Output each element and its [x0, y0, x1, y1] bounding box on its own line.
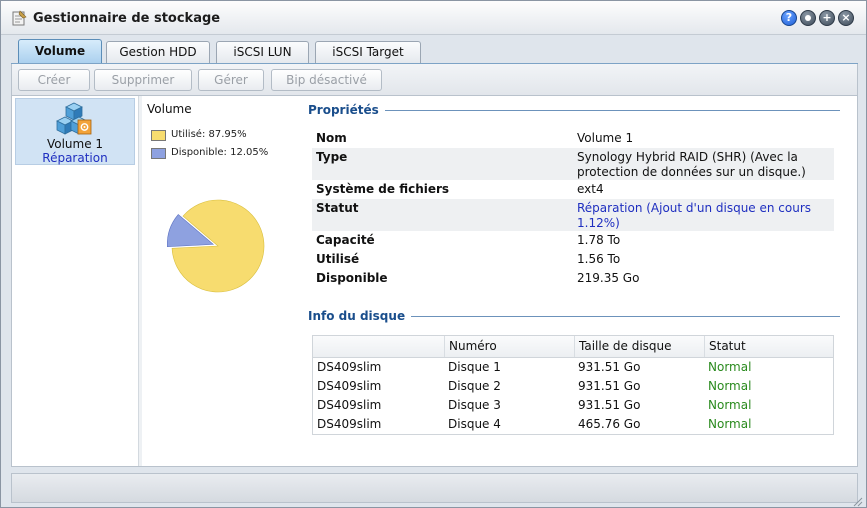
tab-iscsi-lun[interactable]: iSCSI LUN [216, 41, 309, 63]
disk-device: DS409slim [317, 398, 382, 412]
disk-info-title: Info du disque [308, 309, 412, 323]
prop-label: Système de fichiers [316, 182, 450, 196]
chart-title: Volume [147, 102, 192, 116]
column-header-number[interactable]: Numéro [444, 336, 574, 357]
disk-size: 931.51 Go [578, 360, 641, 374]
disk-device: DS409slim [317, 379, 382, 393]
legend-label-used: Utilisé: 87.95% [171, 129, 247, 140]
properties-rule [308, 110, 840, 111]
disk-size: 931.51 Go [578, 379, 641, 393]
properties-title: Propriétés [308, 103, 385, 117]
manage-button[interactable]: Gérer [198, 69, 264, 91]
disk-size: 931.51 Go [578, 398, 641, 412]
disk-number: Disque 2 [448, 379, 501, 393]
column-header-size[interactable]: Taille de disque [574, 336, 704, 357]
prop-label: Nom [316, 131, 347, 145]
storage-manager-window: Gestionnaire de stockage ? + × Volume Ge… [0, 0, 867, 508]
volume-name: Volume 1 [46, 137, 104, 151]
prop-row-name: Nom Volume 1 [312, 129, 834, 148]
disk-status: Normal [708, 379, 752, 393]
table-row[interactable]: DS409slim Disque 1 931.51 Go Normal [313, 358, 833, 377]
prop-row-status: Statut Réparation (Ajout d'un disque en … [312, 199, 834, 231]
disk-number: Disque 4 [448, 417, 501, 431]
disk-number: Disque 1 [448, 360, 501, 374]
prop-row-capacity: Capacité 1.78 To [312, 231, 834, 250]
legend-swatch-used [151, 130, 166, 141]
prop-value: Synology Hybrid RAID (SHR) (Avec la prot… [577, 150, 806, 179]
prop-value: ext4 [577, 182, 604, 196]
details-panel: Propriétés Nom Volume 1 Type Synology Hy… [308, 96, 848, 466]
legend-swatch-free [151, 148, 166, 159]
table-row[interactable]: DS409slim Disque 4 465.76 Go Normal [313, 415, 833, 434]
prop-row-used: Utilisé 1.56 To [312, 250, 834, 269]
close-icon[interactable]: × [838, 10, 854, 26]
disk-size: 465.76 Go [578, 417, 641, 431]
prop-row-type: Type Synology Hybrid RAID (SHR) (Avec la… [312, 148, 834, 180]
prop-value: 1.78 To [577, 233, 621, 247]
title-bar[interactable]: Gestionnaire de stockage ? + × [1, 1, 866, 35]
disk-number: Disque 3 [448, 398, 501, 412]
tab-iscsi-target[interactable]: iSCSI Target [315, 41, 421, 63]
volume-list: Volume 1 Réparation [12, 96, 142, 466]
prop-value: Volume 1 [577, 131, 634, 145]
disk-status: Normal [708, 398, 752, 412]
prop-value: 219.35 Go [577, 271, 640, 285]
column-header-status[interactable]: Statut [704, 336, 833, 357]
properties-header: Propriétés [308, 103, 840, 119]
window-title: Gestionnaire de stockage [33, 11, 221, 26]
tab-gestion-hdd[interactable]: Gestion HDD [106, 41, 210, 63]
prop-value: Réparation (Ajout d'un disque en cours 1… [577, 201, 812, 230]
column-header-device[interactable] [313, 336, 444, 357]
create-button[interactable]: Créer [18, 69, 90, 91]
disk-table: Numéro Taille de disque Statut DS409slim… [312, 335, 834, 435]
toolbar: Créer Supprimer Gérer Bip désactivé [11, 64, 858, 95]
main-content: Volume 1 Réparation Volume Utilisé: 87.9… [11, 95, 858, 467]
legend-label-free: Disponible: 12.05% [171, 147, 269, 158]
minimize-glyph-icon [805, 15, 811, 21]
tab-volume[interactable]: Volume [18, 39, 102, 64]
delete-button[interactable]: Supprimer [94, 69, 192, 91]
resize-grip-icon[interactable] [851, 495, 863, 507]
tab-strip: Volume Gestion HDD iSCSI LUN iSCSI Targe… [11, 39, 858, 64]
storage-manager-icon [12, 10, 27, 26]
disk-table-body: DS409slim Disque 1 931.51 Go Normal DS40… [313, 358, 833, 434]
volume-cubes-icon [56, 102, 92, 135]
table-row[interactable]: DS409slim Disque 2 931.51 Go Normal [313, 377, 833, 396]
prop-row-available: Disponible 219.35 Go [312, 269, 834, 288]
disk-table-header: Numéro Taille de disque Statut [313, 336, 833, 358]
disk-info-header: Info du disque [308, 309, 840, 325]
disk-device: DS409slim [317, 360, 382, 374]
prop-label: Type [316, 150, 348, 164]
prop-row-filesystem: Système de fichiers ext4 [312, 180, 834, 199]
volume-status: Réparation [42, 151, 108, 165]
prop-label: Capacité [316, 233, 375, 247]
disk-status: Normal [708, 360, 752, 374]
prop-label: Statut [316, 201, 359, 215]
usage-chart-panel: Volume Utilisé: 87.95% Disponible: 12.05… [143, 96, 303, 466]
table-row[interactable]: DS409slim Disque 3 931.51 Go Normal [313, 396, 833, 415]
status-bar [11, 473, 858, 503]
disk-status: Normal [708, 417, 752, 431]
beep-button[interactable]: Bip désactivé [271, 69, 382, 91]
panel-splitter[interactable] [138, 96, 142, 466]
help-icon[interactable]: ? [781, 10, 797, 26]
prop-label: Utilisé [316, 252, 360, 266]
minimize-icon[interactable] [800, 10, 816, 26]
prop-value: 1.56 To [577, 252, 621, 266]
maximize-icon[interactable]: + [819, 10, 835, 26]
volume-list-item[interactable]: Volume 1 Réparation [15, 98, 135, 165]
prop-label: Disponible [316, 271, 388, 285]
usage-pie-chart [167, 199, 265, 293]
disk-device: DS409slim [317, 417, 382, 431]
